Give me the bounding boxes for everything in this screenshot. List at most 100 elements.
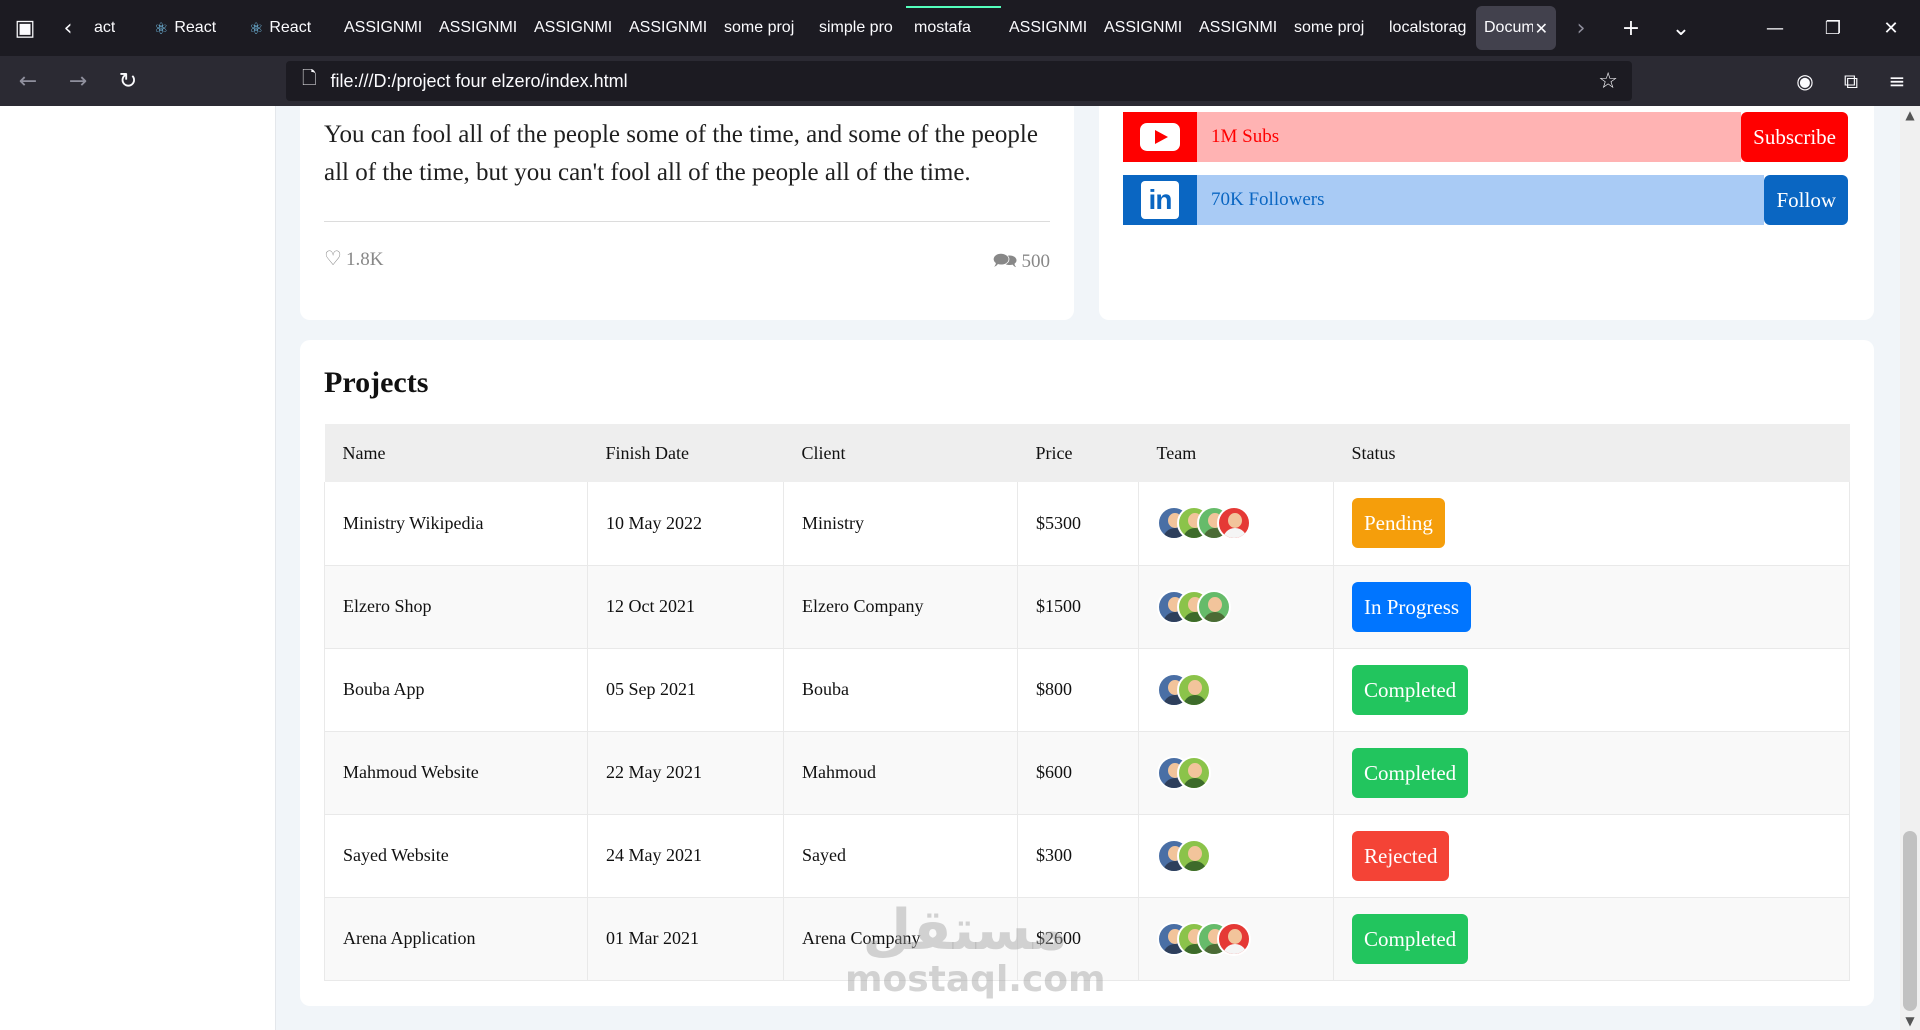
scroll-up-icon[interactable]: ▲ (1900, 108, 1920, 122)
browser-tab[interactable]: ASSIGNMI (431, 6, 526, 50)
browser-tab[interactable]: mostafa (906, 6, 1001, 50)
likes-count: 1.8K (345, 249, 384, 270)
table-header-row: Name Finish Date Client Price Team Statu… (324, 424, 1850, 482)
table-row: Arena Application 01 Mar 2021 Arena Compan… (324, 897, 1850, 981)
tab-scroll-right-icon[interactable]: › (1556, 0, 1606, 56)
page-scrollbar[interactable]: ▲ ▼ (1900, 106, 1920, 1030)
client-cell: Ministry (783, 482, 1018, 566)
avatar (1217, 921, 1251, 956)
tab-label: mostafa (914, 19, 971, 36)
tab-label: ASSIGNMI (344, 19, 423, 36)
forward-icon[interactable]: → (56, 59, 100, 103)
linkedin-icon: in (1123, 175, 1197, 225)
linkedin-row: in 70K Followers Follow (1123, 175, 1848, 225)
quote-card: You can fool all of the people some of t… (300, 106, 1074, 320)
projects-table: Name Finish Date Client Price Team Statu… (324, 424, 1850, 981)
status-cell: Completed (1333, 648, 1850, 732)
comments-icon: 🗪 (992, 248, 1018, 272)
likes[interactable]: ♡ 1.8K (324, 246, 383, 280)
team-cell (1138, 648, 1334, 732)
col-status: Status (1333, 424, 1850, 482)
projects-title: Projects (324, 366, 429, 399)
status-badge: Completed (1352, 913, 1469, 964)
menu-icon[interactable]: ≡ (1874, 56, 1920, 106)
browser-tab[interactable]: localstorag (1381, 6, 1476, 50)
account-icon[interactable]: ◉ (1782, 56, 1828, 106)
tab-list-chevron-icon[interactable]: ⌄ (1656, 0, 1706, 56)
project-name-cell: Bouba App (324, 648, 588, 732)
browser-tab[interactable]: ASSIGNMI (1096, 6, 1191, 50)
minimize-icon[interactable]: — (1746, 0, 1804, 56)
close-tab-icon[interactable]: ✕ (1535, 19, 1548, 38)
close-window-icon[interactable]: ✕ (1862, 0, 1920, 56)
status-cell: Completed (1333, 731, 1850, 815)
browser-tab[interactable]: ⚛ React (241, 6, 336, 50)
active-tab[interactable]: Docum ✕ (1476, 6, 1556, 50)
tab-scroll-left-icon[interactable]: ‹ (50, 0, 86, 56)
tab-label: act (94, 19, 116, 36)
youtube-row: 1M Subs Subscribe (1123, 112, 1848, 162)
browser-tab[interactable]: some proj (1286, 6, 1381, 50)
url-bar[interactable]: 🗋 file:///D:/project four elzero/index.h… (286, 61, 1632, 101)
browser-tab[interactable]: ASSIGNMI (526, 6, 621, 50)
browser-tab-bar: ▣ ‹ act ⚛ React ⚛ React ASSIGNMI ASSIGNMI ASSIG… (0, 0, 1920, 56)
status-badge: Rejected (1352, 830, 1450, 881)
browser-tab[interactable]: ASSIGNMI (336, 6, 431, 50)
status-cell: Completed (1333, 897, 1850, 981)
avatar (1177, 838, 1211, 873)
scrollbar-thumb[interactable] (1903, 831, 1917, 1011)
heart-icon: ♡ (324, 246, 342, 270)
reload-icon[interactable]: ↻ (106, 59, 150, 103)
project-name-cell: Elzero Shop (324, 565, 588, 649)
table-row: Bouba App 05 Sep 2021 Bouba $800 Completed (324, 648, 1850, 732)
team-avatars (1157, 506, 1333, 541)
restore-icon[interactable]: ❐ (1804, 0, 1862, 56)
table-row: Mahmoud Website 22 May 2021 Mahmoud $600 Com… (324, 731, 1850, 815)
tab-activity-indicator (906, 6, 1001, 8)
comments[interactable]: 🗪 500 (993, 246, 1050, 280)
linkedin-followers: 70K Followers (1197, 175, 1765, 225)
finish-date-cell: 12 Oct 2021 (587, 565, 784, 649)
scroll-down-icon[interactable]: ▼ (1900, 1014, 1920, 1028)
browser-tab[interactable]: simple pro (811, 6, 906, 50)
page-sidebar (0, 106, 276, 1030)
projects-card: Projects Name Finish Date Client Price T… (300, 340, 1874, 1006)
browser-tab[interactable]: ASSIGNMI (621, 6, 716, 50)
browser-tab[interactable]: act (86, 6, 146, 50)
browser-tab[interactable]: ⚛ React (146, 6, 241, 50)
tab-label: ASSIGNMI (629, 19, 708, 36)
extensions-icon[interactable]: ⧉ (1828, 56, 1874, 106)
finish-date-cell: 10 May 2022 (587, 482, 784, 566)
price-cell: $300 (1017, 814, 1139, 898)
col-finish-date: Finish Date (587, 424, 784, 482)
youtube-icon (1123, 112, 1197, 162)
team-avatars (1157, 672, 1333, 707)
browser-tab[interactable]: some proj (716, 6, 811, 50)
status-badge: Completed (1352, 664, 1469, 715)
tab-manager-icon[interactable]: ▣ (0, 0, 50, 56)
tab-label: localstorag (1389, 19, 1467, 36)
avatar (1177, 672, 1211, 707)
page-viewport: You can fool all of the people some of t… (0, 106, 1920, 1030)
tab-label: ASSIGNMI (1104, 19, 1183, 36)
tab-label: ASSIGNMI (1199, 19, 1278, 36)
avatar (1197, 589, 1231, 624)
client-cell: Elzero Company (783, 565, 1018, 649)
team-cell (1138, 814, 1334, 898)
back-icon[interactable]: ← (6, 59, 50, 103)
subscribe-button[interactable]: Subscribe (1741, 112, 1848, 162)
tab-label: simple pro (819, 19, 893, 36)
team-avatars (1157, 838, 1333, 873)
bookmark-star-icon[interactable]: ☆ (1598, 69, 1618, 94)
client-cell: Bouba (783, 648, 1018, 732)
follow-button[interactable]: Follow (1764, 175, 1848, 225)
page-document-icon: 🗋 (302, 68, 317, 89)
team-cell (1138, 565, 1334, 649)
finish-date-cell: 22 May 2021 (587, 731, 784, 815)
new-tab-icon[interactable]: + (1606, 0, 1656, 56)
project-name-cell: Ministry Wikipedia (324, 482, 588, 566)
col-price: Price (1017, 424, 1139, 482)
browser-tab[interactable]: ASSIGNMI (1001, 6, 1096, 50)
browser-tab[interactable]: ASSIGNMI (1191, 6, 1286, 50)
table-row: Elzero Shop 12 Oct 2021 Elzero Company $150… (324, 565, 1850, 649)
